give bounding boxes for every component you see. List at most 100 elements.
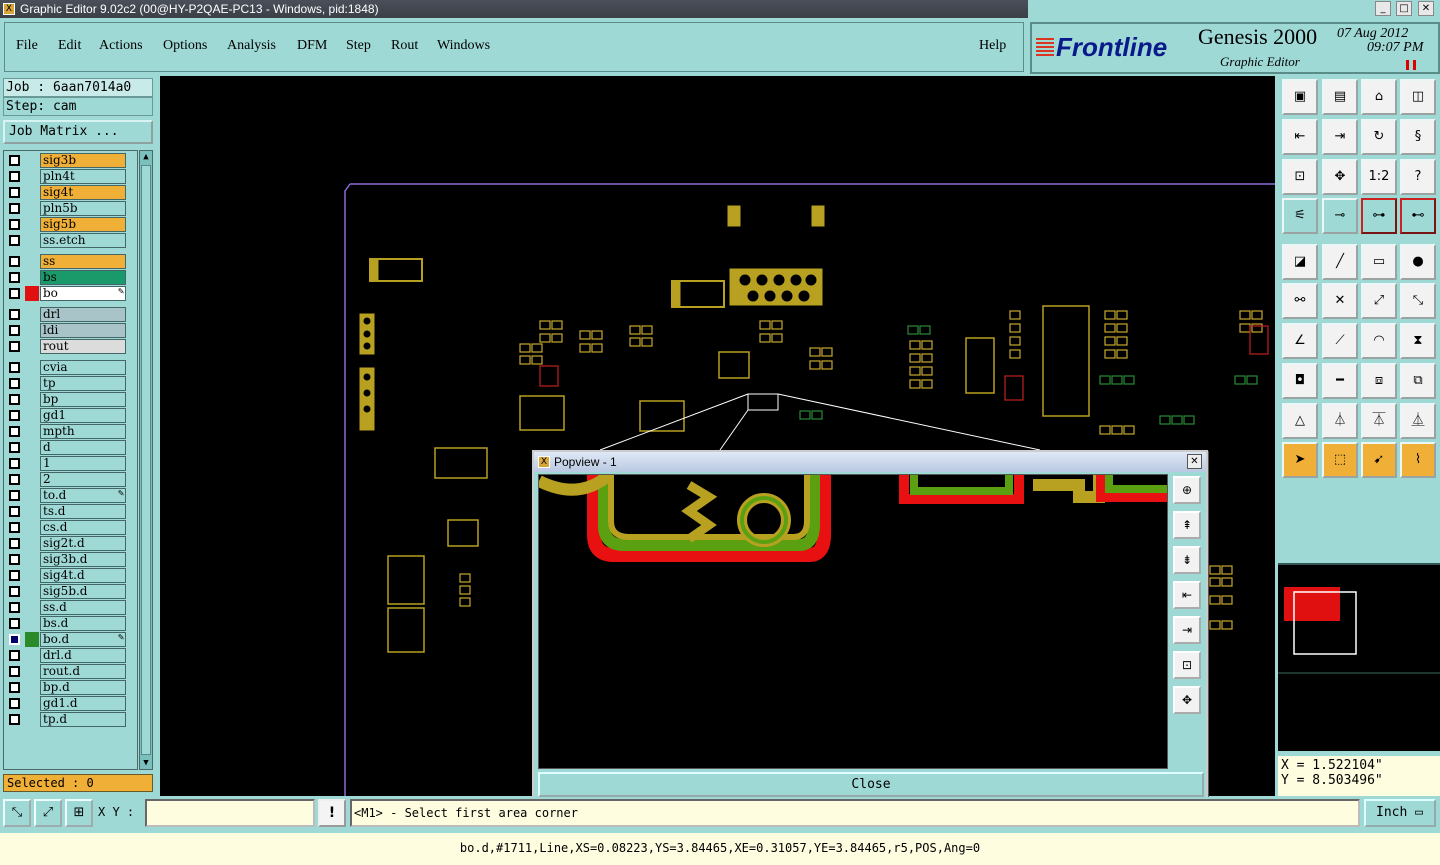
layer-name[interactable]: ss.etch — [40, 233, 126, 248]
overview-map[interactable] — [1278, 561, 1440, 751]
layer-name[interactable]: ss.d — [40, 600, 126, 615]
layer-color-swatch[interactable] — [25, 286, 39, 301]
surface-icon[interactable]: ⏄ — [1361, 403, 1397, 439]
move-pad-icon[interactable]: ⤢ — [1361, 283, 1397, 319]
layer-name[interactable]: gd1 — [40, 408, 126, 423]
layer-name[interactable]: cvia — [40, 360, 126, 375]
contour-icon[interactable]: ⏅ — [1400, 403, 1436, 439]
cross-icon[interactable]: ✕ — [1322, 283, 1358, 319]
layer-name[interactable]: tp.d — [40, 712, 126, 727]
scroll-down-icon[interactable]: ▼ — [140, 757, 152, 769]
draw-line-icon[interactable]: ╱ — [1322, 244, 1358, 280]
layer-checkbox[interactable] — [9, 714, 20, 725]
layer-name[interactable]: bo — [40, 286, 126, 301]
layer-color-swatch[interactable] — [25, 632, 39, 647]
snap-icon[interactable]: § — [1400, 119, 1436, 155]
menu-edit[interactable]: Edit — [58, 38, 81, 54]
layer-row-drl[interactable]: drl — [6, 307, 126, 322]
layer-name[interactable]: sig5b.d — [40, 584, 126, 599]
layer-row-tp[interactable]: tp — [6, 376, 126, 391]
layer-row-sig2t-d[interactable]: sig2t.d — [6, 536, 126, 551]
layer-checkbox[interactable] — [9, 490, 20, 501]
layer-name[interactable]: sig5b — [40, 217, 126, 232]
menu-windows[interactable]: Windows — [437, 38, 490, 54]
layer-name[interactable]: bs — [40, 270, 126, 285]
layer-name[interactable]: gd1.d — [40, 696, 126, 711]
layer-row-cs-d[interactable]: cs.d — [6, 520, 126, 535]
layer-checkbox[interactable] — [9, 410, 20, 421]
popview-left-icon[interactable]: ⇤ — [1173, 581, 1201, 609]
zoom-area-icon[interactable]: ⤡ — [3, 799, 31, 827]
layer-row-ss-d[interactable]: ss.d — [6, 600, 126, 615]
layer-name[interactable]: pln4t — [40, 169, 126, 184]
layer-name[interactable]: sig3b — [40, 153, 126, 168]
split-line-icon[interactable]: ━ — [1322, 363, 1358, 399]
layer-row-ts-d[interactable]: ts.d — [6, 504, 126, 519]
layer-row-sig3b[interactable]: sig3b — [6, 153, 126, 168]
add-pad-icon[interactable]: ◪ — [1282, 244, 1318, 280]
layer-checkbox[interactable] — [9, 426, 20, 437]
zoom-ratio-button[interactable]: 1:2 — [1361, 159, 1397, 195]
connect-icon[interactable]: ⚯ — [1282, 283, 1318, 319]
layer-row-bp-d[interactable]: bp.d — [6, 680, 126, 695]
layer-row-1[interactable]: 1 — [6, 456, 126, 471]
popview-right-icon[interactable]: ⇥ — [1173, 616, 1201, 644]
layer-checkbox[interactable] — [9, 634, 20, 645]
triangle-icon[interactable]: △ — [1282, 403, 1318, 439]
maximize-button[interactable]: □ — [1396, 1, 1412, 16]
popview-up-icon[interactable]: ⇞ — [1173, 511, 1201, 539]
help-icon[interactable]: ? — [1400, 159, 1436, 195]
menu-actions[interactable]: Actions — [99, 38, 143, 54]
layer-row-bs-d[interactable]: bs.d — [6, 616, 126, 631]
layer-checkbox[interactable] — [9, 256, 20, 267]
layer-row-d[interactable]: d — [6, 440, 126, 455]
popview-zoom-in-icon[interactable]: ⊕ — [1173, 476, 1201, 504]
layer-name[interactable]: 2 — [40, 472, 126, 487]
layer-row-pln5b[interactable]: pln5b — [6, 201, 126, 216]
layer-row-gd1-d[interactable]: gd1.d — [6, 696, 126, 711]
layer-row-gd1[interactable]: gd1 — [6, 408, 126, 423]
layer-row-bo[interactable]: bo ✎ — [6, 286, 126, 301]
layer-row-drl-d[interactable]: drl.d — [6, 648, 126, 663]
layer-name[interactable]: mpth — [40, 424, 126, 439]
minimize-button[interactable]: _ — [1375, 1, 1391, 16]
unit-selector[interactable]: Inch ▭ — [1364, 799, 1436, 827]
select-arrow-icon[interactable]: ➤ — [1282, 442, 1318, 478]
net-select-icon[interactable]: ⊷ — [1400, 198, 1436, 234]
layer-checkbox[interactable] — [9, 666, 20, 677]
pan-left-icon[interactable]: ⇤ — [1282, 119, 1318, 155]
layer-name[interactable]: pln5b — [40, 201, 126, 216]
angle-icon[interactable]: ∠ — [1282, 323, 1318, 359]
pause-icon[interactable] — [1406, 60, 1416, 70]
alert-icon[interactable]: ! — [318, 799, 346, 827]
layer-checkbox[interactable] — [9, 341, 20, 352]
layer-checkbox[interactable] — [9, 171, 20, 182]
popview-canvas[interactable] — [538, 474, 1168, 769]
scroll-up-icon[interactable]: ▲ — [140, 151, 152, 163]
layer-row-pln4t[interactable]: pln4t — [6, 169, 126, 184]
layer-checkbox[interactable] — [9, 506, 20, 517]
layer-row-tp-d[interactable]: tp.d — [6, 712, 126, 727]
layer-row-sig3b-d[interactable]: sig3b.d — [6, 552, 126, 567]
zoom-center-icon[interactable]: ✥ — [1322, 159, 1358, 195]
layer-row-mpth[interactable]: mpth — [6, 424, 126, 439]
layer-checkbox[interactable] — [9, 219, 20, 230]
layer-name[interactable]: rout — [40, 339, 126, 354]
layer-checkbox[interactable] — [9, 586, 20, 597]
layer-checkbox[interactable] — [9, 682, 20, 693]
layer-checkbox[interactable] — [9, 442, 20, 453]
pad-group-icon[interactable]: ⧉ — [1400, 363, 1436, 399]
layer-name[interactable]: sig4t — [40, 185, 126, 200]
layer-checkbox[interactable] — [9, 602, 20, 613]
layer-checkbox[interactable] — [9, 378, 20, 389]
layer-row-ss[interactable]: ss — [6, 254, 126, 269]
layer-checkbox[interactable] — [9, 538, 20, 549]
menu-step[interactable]: Step — [346, 38, 371, 54]
scroll-thumb[interactable] — [141, 165, 151, 755]
polygon-icon[interactable]: ⏃ — [1322, 403, 1358, 439]
close-window-button[interactable]: ✕ — [1418, 1, 1434, 16]
layer-name[interactable]: sig3b.d — [40, 552, 126, 567]
layer-name[interactable]: ss — [40, 254, 126, 269]
copy-pad-icon[interactable]: ⤡ — [1400, 283, 1436, 319]
layer-checkbox[interactable] — [9, 474, 20, 485]
